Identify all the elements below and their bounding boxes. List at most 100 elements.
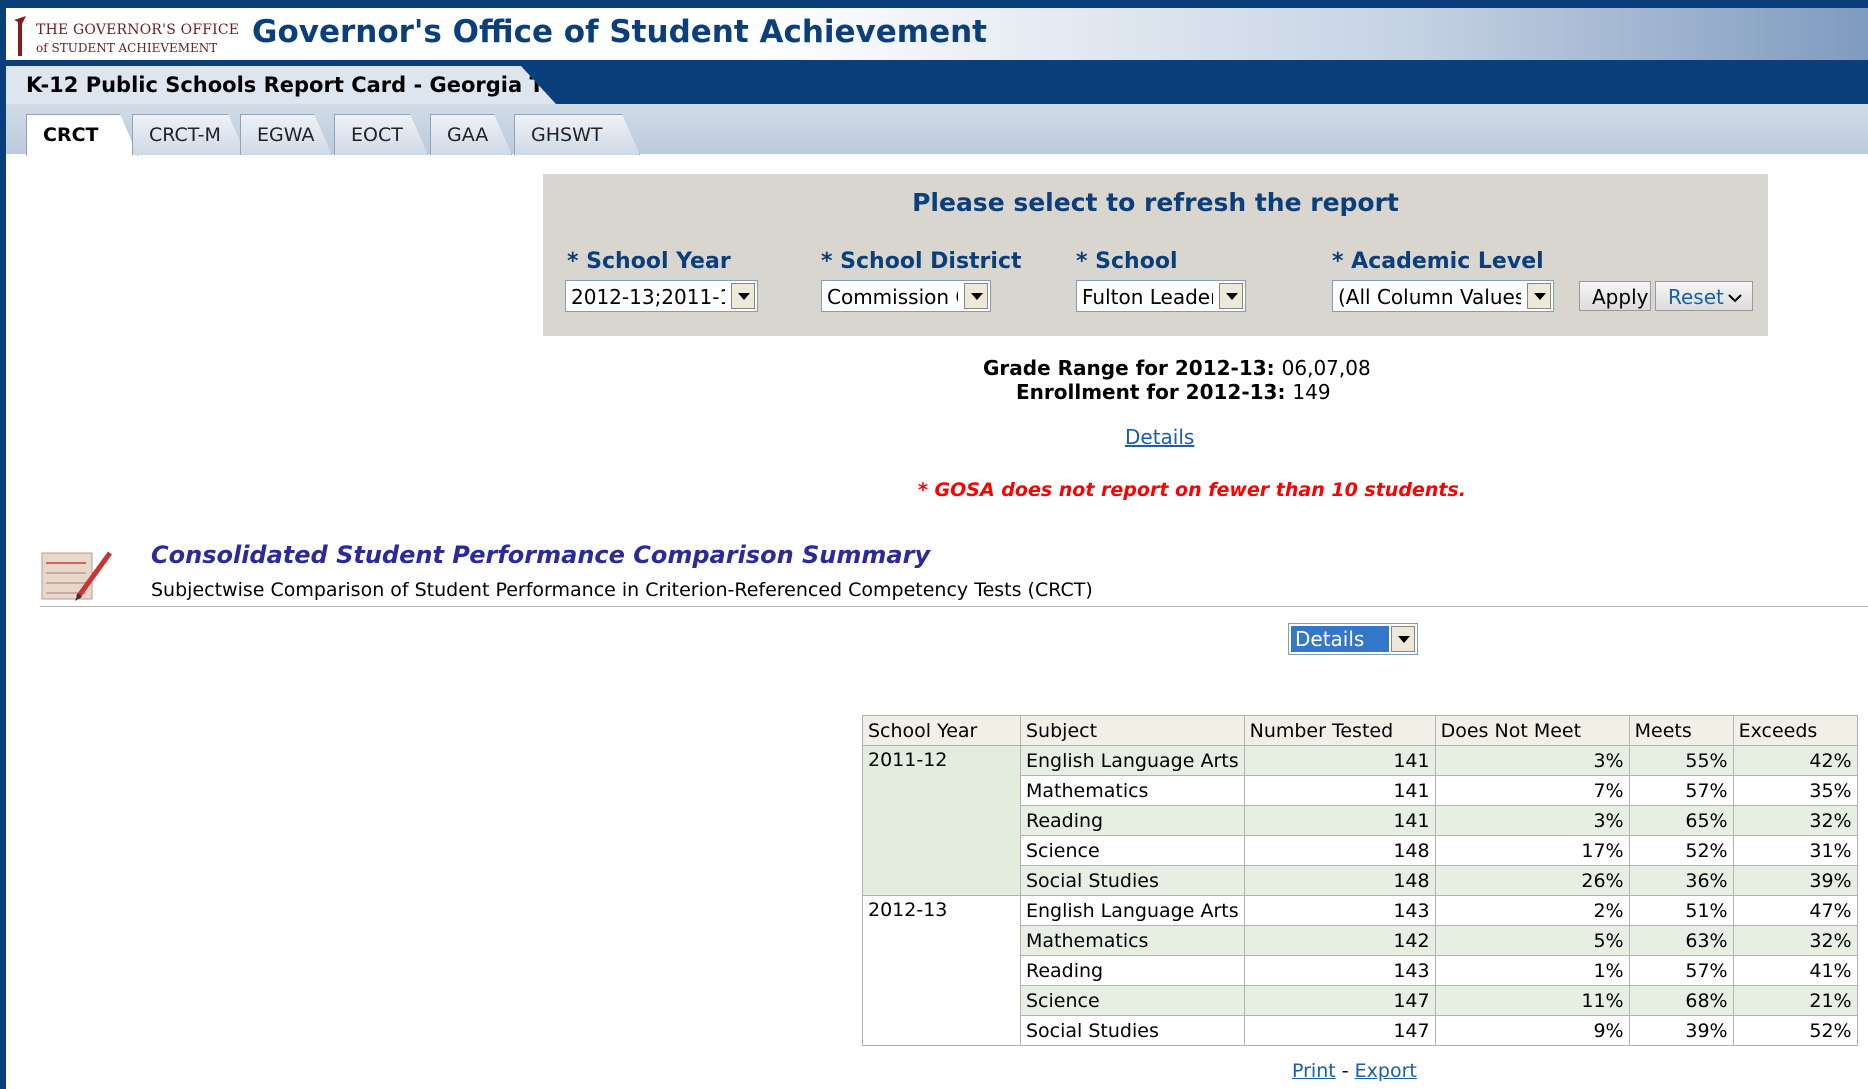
- subject-cell: Science: [1020, 835, 1245, 866]
- tab-gaa[interactable]: GAA: [430, 114, 512, 155]
- school-year-select[interactable]: 2012-13;2011-12: [565, 280, 758, 312]
- tested-cell: 143: [1243, 895, 1436, 926]
- chevron-down-icon[interactable]: [1527, 283, 1551, 309]
- school-year-label: * School Year: [567, 249, 731, 274]
- tested-cell: 147: [1243, 1015, 1436, 1046]
- gosa-logo: THE GOVERNOR'S OFFICE of STUDENT ACHIEVE…: [10, 10, 239, 60]
- meets-cell: 57%: [1628, 955, 1734, 986]
- section-title: Consolidated Student Performance Compari…: [151, 541, 931, 569]
- subject-cell: Mathematics: [1020, 775, 1245, 806]
- school-value: Fulton Leadership Ac: [1082, 285, 1213, 309]
- tab-crct[interactable]: CRCT: [26, 114, 138, 156]
- details-link[interactable]: Details: [1125, 425, 1194, 449]
- does-not-meet-cell: 26%: [1434, 865, 1630, 896]
- table-header-row: School Year Subject Number Tested Does N…: [862, 715, 1858, 746]
- col-number-tested: Number Tested: [1243, 715, 1436, 746]
- table-row: 2011-12 English Language Arts 141 3% 55%…: [862, 745, 1858, 896]
- link-separator: -: [1341, 1060, 1349, 1082]
- subject-cell: Social Studies: [1020, 865, 1245, 896]
- subject-cell: Mathematics: [1020, 925, 1245, 956]
- app-header: THE GOVERNOR'S OFFICE of STUDENT ACHIEVE…: [6, 0, 1868, 60]
- exceeds-cell: 32%: [1732, 805, 1858, 836]
- year-cell: 2011-12: [862, 745, 1021, 896]
- torch-icon: [14, 16, 26, 56]
- col-subject: Subject: [1020, 715, 1245, 746]
- col-school-year: School Year: [862, 715, 1021, 746]
- section-divider: [40, 606, 1868, 607]
- tab-label: CRCT-M: [149, 124, 221, 146]
- grade-range-label: Grade Range for 2012-13: [983, 356, 1267, 380]
- tab-eoct[interactable]: EOCT: [334, 114, 428, 155]
- tested-cell: 141: [1243, 775, 1436, 806]
- meets-cell: 51%: [1628, 895, 1734, 926]
- chevron-down-icon[interactable]: [1219, 283, 1243, 309]
- col-does-not-meet: Does Not Meet: [1434, 715, 1630, 746]
- grade-range: Grade Range for 2012-13: 06,07,08: [983, 356, 1371, 380]
- exceeds-cell: 52%: [1732, 1015, 1858, 1046]
- school-select[interactable]: Fulton Leadership Ac: [1076, 280, 1246, 312]
- subject-cell: Reading: [1020, 805, 1245, 836]
- report-pencil-icon: [41, 551, 113, 601]
- exceeds-cell: 39%: [1732, 865, 1858, 896]
- enrollment-value: 149: [1292, 380, 1331, 404]
- academic-level-label: * Academic Level: [1332, 249, 1544, 274]
- tested-cell: 142: [1243, 925, 1436, 956]
- exceeds-cell: 47%: [1732, 895, 1858, 926]
- apply-label: Apply: [1592, 285, 1649, 309]
- tested-cell: 147: [1243, 985, 1436, 1016]
- grade-range-value: 06,07,08: [1281, 356, 1371, 380]
- gosa-note: * GOSA does not report on fewer than 10 …: [918, 479, 1466, 501]
- subject-cell: English Language Arts: [1020, 895, 1245, 926]
- view-select[interactable]: Details: [1288, 623, 1418, 655]
- school-label: * School: [1076, 249, 1178, 274]
- tab-label: GHSWT: [531, 124, 603, 146]
- meets-cell: 63%: [1628, 925, 1734, 956]
- apply-button[interactable]: Apply: [1579, 281, 1651, 311]
- tested-cell: 141: [1243, 805, 1436, 836]
- meets-cell: 55%: [1628, 745, 1734, 776]
- subject-cell: Social Studies: [1020, 1015, 1245, 1046]
- reset-button[interactable]: Reset: [1655, 281, 1753, 311]
- tab-label: GAA: [447, 124, 489, 146]
- exceeds-cell: 31%: [1732, 835, 1858, 866]
- chevron-down-icon[interactable]: [731, 283, 755, 309]
- print-link[interactable]: Print: [1292, 1060, 1336, 1082]
- year-cell: 2012-13: [862, 895, 1021, 1046]
- col-meets: Meets: [1628, 715, 1734, 746]
- does-not-meet-cell: 9%: [1434, 1015, 1630, 1046]
- tab-label: EGWA: [257, 124, 315, 146]
- label-colon: :: [1266, 356, 1282, 380]
- does-not-meet-cell: 3%: [1434, 805, 1630, 836]
- subject-cell: Science: [1020, 985, 1245, 1016]
- report-title-bar: K-12 Public Schools Report Card - Georgi…: [6, 60, 1868, 104]
- meets-cell: 36%: [1628, 865, 1734, 896]
- does-not-meet-cell: 1%: [1434, 955, 1630, 986]
- does-not-meet-cell: 2%: [1434, 895, 1630, 926]
- chevron-down-icon[interactable]: [1391, 626, 1415, 652]
- does-not-meet-cell: 11%: [1434, 985, 1630, 1016]
- subject-cell: English Language Arts: [1020, 745, 1245, 776]
- tested-cell: 148: [1243, 865, 1436, 896]
- filter-panel: Please select to refresh the report * Sc…: [543, 174, 1768, 336]
- school-year-value: 2012-13;2011-12: [571, 285, 725, 309]
- does-not-meet-cell: 3%: [1434, 745, 1630, 776]
- does-not-meet-cell: 17%: [1434, 835, 1630, 866]
- tab-crct-m[interactable]: CRCT-M: [132, 114, 246, 155]
- view-select-value: Details: [1291, 626, 1389, 652]
- school-district-select[interactable]: Commission Charter S: [821, 280, 991, 312]
- logo-line-1: THE GOVERNOR'S OFFICE: [36, 22, 240, 38]
- meets-cell: 68%: [1628, 985, 1734, 1016]
- export-link[interactable]: Export: [1355, 1060, 1417, 1082]
- school-district-label: * School District: [821, 249, 1022, 274]
- tested-cell: 148: [1243, 835, 1436, 866]
- tab-egwa[interactable]: EGWA: [240, 114, 332, 155]
- chevron-down-icon[interactable]: [964, 283, 988, 309]
- tab-ghswt[interactable]: GHSWT: [514, 114, 640, 155]
- academic-level-select[interactable]: (All Column Values): [1332, 280, 1554, 312]
- exceeds-cell: 42%: [1732, 745, 1858, 776]
- performance-table: School Year Subject Number Tested Does N…: [862, 715, 1858, 1046]
- col-exceeds: Exceeds: [1732, 715, 1858, 746]
- report-title: K-12 Public Schools Report Card - Georgi…: [26, 73, 591, 97]
- tab-label: CRCT: [43, 124, 99, 146]
- does-not-meet-cell: 7%: [1434, 775, 1630, 806]
